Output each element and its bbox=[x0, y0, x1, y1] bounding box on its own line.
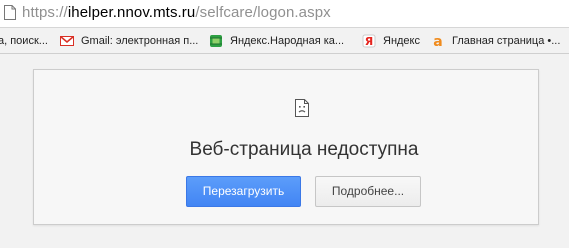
bookmark-label: Gmail: электронная п... bbox=[81, 35, 199, 47]
bookmark-label: Главная страница •... bbox=[452, 35, 561, 47]
yandex-icon: Я bbox=[362, 34, 376, 48]
url-host: ihelper.nnov.mts.ru bbox=[67, 4, 196, 21]
url-text[interactable]: https://ihelper.nnov.mts.ru/selfcare/log… bbox=[22, 4, 331, 21]
page-icon bbox=[4, 5, 16, 20]
sad-page-icon bbox=[295, 99, 309, 117]
reload-button[interactable]: Перезагрузить bbox=[186, 176, 301, 207]
svg-text:Я: Я bbox=[365, 35, 373, 48]
url-scheme: https:// bbox=[22, 4, 68, 21]
gmail-icon bbox=[60, 35, 74, 46]
address-bar[interactable]: https://ihelper.nnov.mts.ru/selfcare/log… bbox=[0, 0, 569, 28]
bookmarks-bar: а, поиск... Gmail: электронная п... Янде… bbox=[0, 28, 569, 54]
bookmark-label: Яндекс.Народная ка... bbox=[230, 35, 345, 47]
url-path: /selfcare/logon.aspx bbox=[195, 4, 331, 21]
error-title: Веб-страница недоступна bbox=[189, 139, 419, 160]
svg-text:a: a bbox=[433, 34, 442, 48]
a-icon: a bbox=[433, 34, 442, 48]
bookmark-label: а, поиск... bbox=[0, 35, 48, 47]
map-icon bbox=[210, 35, 222, 47]
bookmark-label: Яндекс bbox=[383, 35, 420, 47]
details-button[interactable]: Подробнее... bbox=[315, 176, 421, 207]
